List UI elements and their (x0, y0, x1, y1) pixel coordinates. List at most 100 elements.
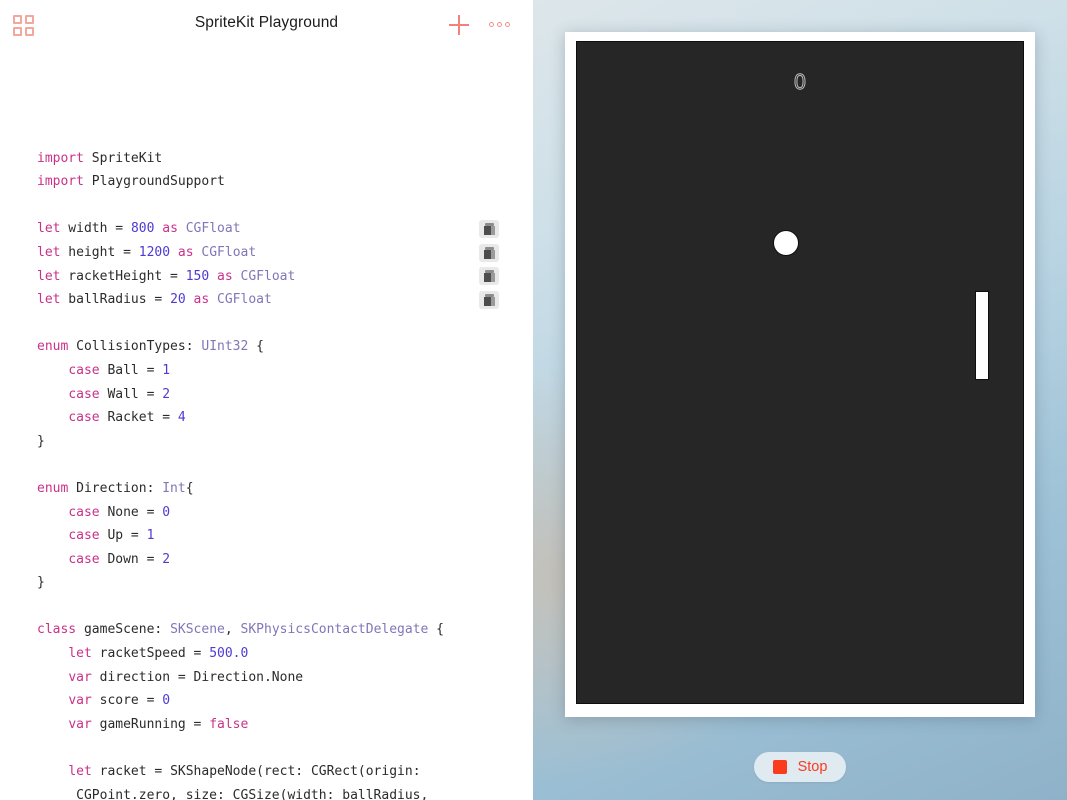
code-token: SpriteKit (83, 150, 163, 166)
code-token: var (68, 716, 92, 732)
code-token: Up = (99, 528, 147, 544)
code-token: gameScene: (76, 622, 171, 638)
code-token: 1200 (138, 244, 171, 260)
code-token: , (224, 622, 241, 638)
code-line: case Wall = 2 (37, 383, 460, 407)
code-token: 1 (162, 362, 171, 378)
code-token: SKScene (170, 622, 225, 638)
code-line: import PlaygroundSupport (37, 170, 460, 194)
code-token: class (37, 622, 77, 638)
stop-button[interactable]: Stop (754, 752, 846, 782)
dot (505, 21, 510, 27)
code-token: 20 (170, 292, 186, 308)
code-token: enum (37, 339, 69, 355)
cube-icon (484, 293, 495, 306)
cube-left (484, 249, 491, 259)
code-token: 0 (162, 504, 171, 520)
code-line: enum CollisionTypes: UInt32 { (37, 335, 460, 359)
code-token: as (162, 221, 178, 237)
code-token: let (37, 292, 61, 308)
result-badge[interactable] (479, 290, 499, 309)
code-line: } (37, 571, 460, 595)
cube-right (491, 249, 495, 259)
editor-pane: SpriteKit Playground import SpriteKit imp… (0, 0, 533, 800)
code-line: var direction = Direction.None (37, 666, 460, 690)
code-token: case (68, 551, 100, 567)
cube-icon (484, 246, 495, 259)
code-token: 0 (162, 693, 171, 709)
code-token: case (68, 528, 100, 544)
cube-left (484, 273, 491, 283)
code-token: { (185, 480, 194, 496)
code-token: CollisionTypes: (68, 339, 202, 355)
plus-icon[interactable] (449, 15, 469, 35)
code-token: { (248, 339, 264, 355)
result-badge[interactable] (479, 267, 499, 286)
code-token: case (68, 410, 100, 426)
code-token: as (177, 244, 194, 260)
score-label: 0 (793, 70, 807, 95)
playground-app: SpriteKit Playground import SpriteKit imp… (0, 0, 1067, 800)
code-line: CGPoint.zero, size: CGSize(width: ballRa… (37, 784, 460, 800)
cube-left (484, 225, 491, 235)
code-line: case Ball = 1 (37, 359, 460, 383)
code-token: None = (99, 504, 163, 520)
result-badge[interactable] (479, 243, 499, 262)
editor-toolbar: SpriteKit Playground (0, 0, 533, 51)
code-token: let (37, 244, 61, 260)
code-token: width = (60, 221, 131, 237)
code-line: let racket = SKShapeNode(rect: CGRect(or… (37, 760, 460, 784)
code-token: 800 (130, 221, 155, 237)
code-line: } (37, 430, 460, 454)
code-token: Racket = (99, 410, 178, 426)
code-line: let racketHeight = 150 as CGFloat (37, 265, 460, 289)
racket-node[interactable] (975, 291, 989, 380)
code-line: let racketSpeed = 500.0 (37, 642, 460, 666)
code-line: case None = 0 (37, 501, 460, 525)
code-token: 1 (146, 528, 155, 544)
code-token: 500.0 (209, 646, 249, 662)
code-line: case Down = 2 (37, 548, 460, 572)
code-line: let ballRadius = 20 as CGFloat (37, 288, 460, 312)
code-token: Wall = (99, 386, 163, 402)
code-line: var score = 0 (37, 689, 460, 713)
code-line: class gameScene: SKScene, SKPhysicsConta… (37, 618, 460, 642)
cube-right (491, 225, 495, 235)
code-area[interactable]: import SpriteKit import PlaygroundSupport… (0, 51, 533, 800)
code-token: racket = SKShapeNode(rect: CGRect(origin… (91, 764, 421, 780)
code-line: let height = 1200 as CGFloat (37, 241, 460, 265)
code-token: case (68, 386, 100, 402)
code-token: UInt32 (201, 339, 249, 355)
sprite-kit-scene[interactable]: 0 (576, 41, 1024, 704)
code-token: var (68, 669, 92, 685)
code-line: var gameRunning = false (37, 713, 460, 737)
code-token: 4 (177, 410, 186, 426)
more-options-icon[interactable] (489, 20, 513, 28)
code-line: import SpriteKit (37, 147, 460, 171)
dot (497, 21, 502, 27)
code-token: as (193, 292, 210, 308)
result-badge[interactable] (479, 219, 499, 238)
code-token: case (68, 504, 100, 520)
source-code[interactable]: import SpriteKit import PlaygroundSupport… (37, 123, 460, 800)
cube-right (491, 273, 495, 283)
cube-icon (484, 222, 495, 235)
code-token: Down = (99, 551, 163, 567)
code-token: Int (162, 480, 186, 496)
